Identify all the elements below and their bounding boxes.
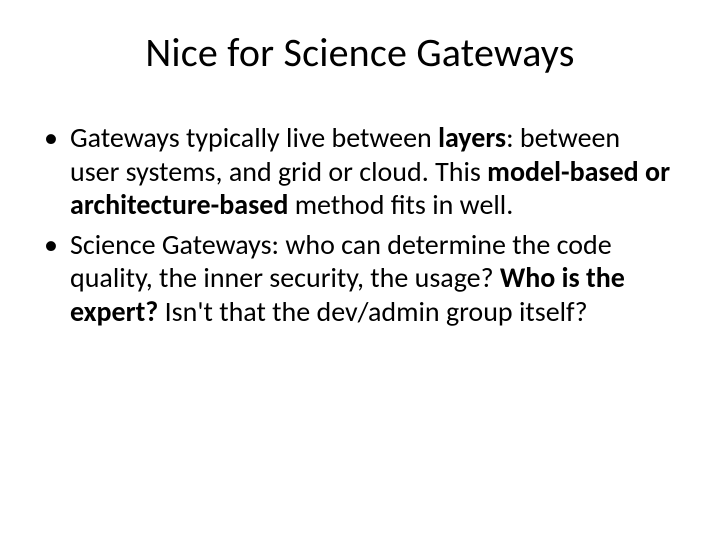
slide: Nice for Science Gateways Gateways typic… <box>0 0 720 540</box>
slide-title: Nice for Science Gateways <box>36 28 684 77</box>
text-bold: layers <box>438 120 506 155</box>
text-run: Isn't that the dev/admin group itself? <box>158 294 587 329</box>
text-run: Gateways typically live between <box>70 120 438 155</box>
list-item: Gateways typically live between layers: … <box>42 121 674 222</box>
bullet-list: Gateways typically live between layers: … <box>36 121 684 329</box>
text-run: method fits in well. <box>288 187 513 222</box>
list-item: Science Gateways: who can determine the … <box>42 228 674 329</box>
